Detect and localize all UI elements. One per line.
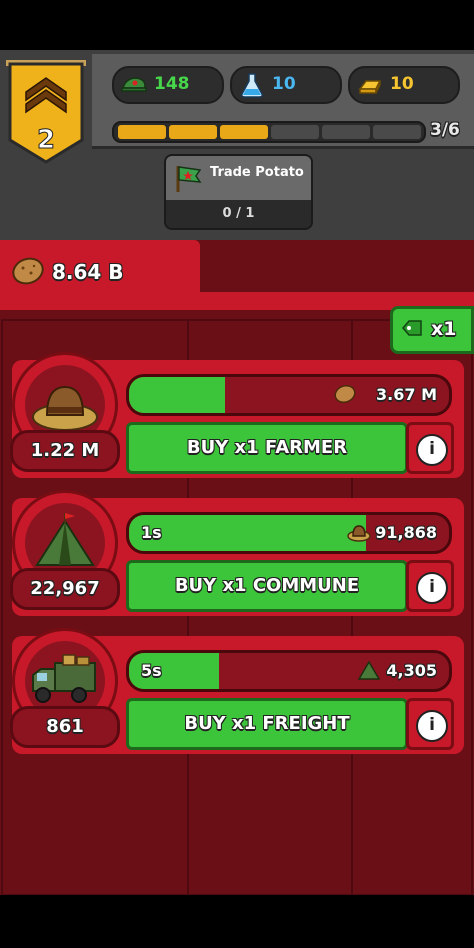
xp-segment [373,125,421,139]
buy-commune-button[interactable]: BUY x1 COMMUNE [126,560,408,612]
potato-icon [12,257,44,285]
resource-caps[interactable]: 148 [112,66,224,104]
xp-segment [169,125,217,139]
farmer-count: 1.22 M [10,430,120,472]
tent-icon [357,660,381,680]
commune-progress-fill [129,515,366,551]
commune-yield: 91,868 [375,523,437,542]
freight-info-button[interactable]: i [406,698,454,750]
xp-progress-bar [112,121,426,143]
quest-card[interactable]: Trade Potato 0 / 1 [164,154,313,230]
xp-segment [322,125,370,139]
flask-value: 10 [272,74,296,94]
resource-gold[interactable]: 10 [348,66,460,104]
gold-bar-icon [358,80,382,94]
xp-segment [118,125,166,139]
info-icon: i [416,710,448,742]
freight-yield: 4,305 [386,661,437,680]
gold-value: 10 [390,74,414,94]
farmer-progress-bar: 3.67 M [126,374,452,416]
straw-hat-icon [347,525,371,542]
multiplier-button[interactable]: x1 [390,306,474,354]
rank-number: 2 [37,125,55,155]
multiplier-label: x1 [431,318,457,340]
cap-icon [121,77,147,92]
info-icon: i [416,572,448,604]
xp-segment [220,125,268,139]
buy-farmer-button[interactable]: BUY x1 FARMER [126,422,408,474]
xp-segment [271,125,319,139]
quest-title: Trade Potato [210,165,304,180]
xp-progress-text: 3/6 [430,120,460,140]
potato-icon [334,384,356,404]
commune-progress-bar: 1s 91,868 [126,512,452,554]
info-icon: i [416,434,448,466]
resource-flask[interactable]: 10 [230,66,342,104]
freight-count: 861 [10,706,120,748]
freight-time: 5s [141,661,162,680]
quest-progress: 0 / 1 [222,206,255,221]
buy-freight-button[interactable]: BUY x1 FREIGHT [126,698,408,750]
truck-icon [32,654,96,703]
tent-icon [35,513,95,566]
farmer-progress-fill [129,377,225,413]
straw-hat-icon [32,385,98,431]
rank-banner[interactable]: 2 [6,60,86,164]
commune-count: 22,967 [10,568,120,610]
farmer-yield: 3.67 M [376,385,437,404]
quest-header: Trade Potato [166,156,311,200]
freight-progress-bar: 5s 4,305 [126,650,452,692]
commune-time: 1s [141,523,162,542]
flag-icon [176,166,202,192]
farmer-info-button[interactable]: i [406,422,454,474]
bottom-bar [0,895,474,948]
tag-icon [402,320,422,336]
caps-value: 148 [154,74,190,94]
flask-icon [241,73,263,98]
commune-info-button[interactable]: i [406,560,454,612]
currency-value: 8.64 B [52,260,124,284]
